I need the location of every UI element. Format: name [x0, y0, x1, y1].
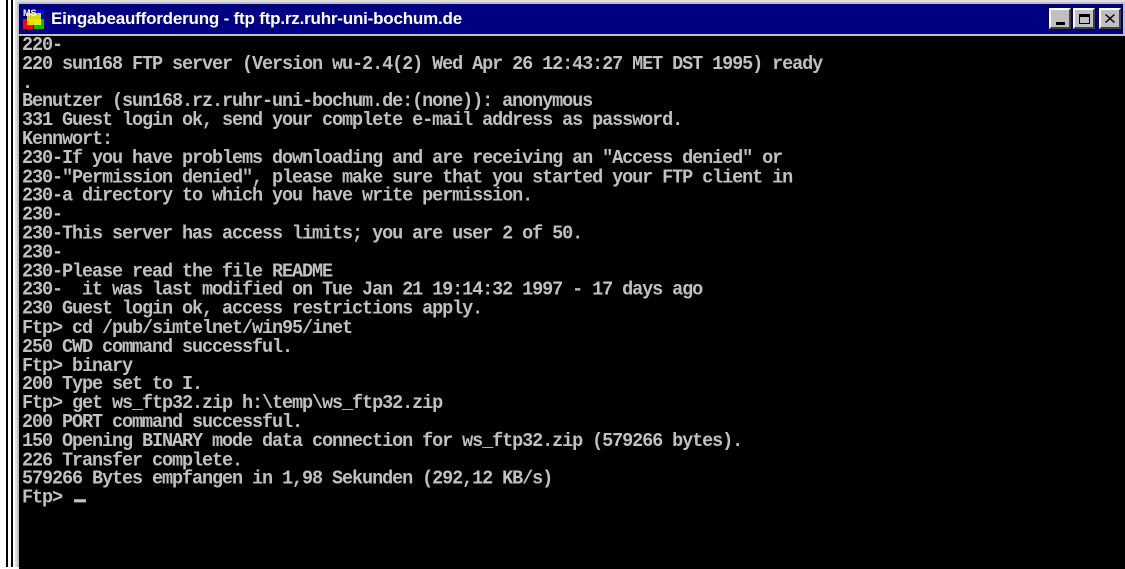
console-line: 230-a directory to which you have write …	[22, 184, 533, 208]
edge-line	[6, 0, 8, 567]
console-line: 220 sun168 FTP server (Version wu-2.4(2)…	[22, 52, 823, 76]
close-icon	[1105, 14, 1115, 23]
console-line: 250 CWD command successful.	[22, 335, 293, 358]
console-prompt: Ftp>	[22, 486, 73, 509]
maximize-button[interactable]	[1073, 8, 1095, 29]
console-line: 230-If you have problems downloading and…	[22, 147, 783, 170]
background-edge	[0, 0, 16, 567]
close-button[interactable]	[1099, 8, 1121, 29]
minimize-icon	[1055, 22, 1065, 25]
ms-dos-icon[interactable]: MS	[23, 8, 45, 30]
console-line: 150 Opening BINARY mode data connection …	[22, 430, 743, 453]
console-text: 220- 220 sun168 FTP server (Version wu-2.…	[19, 36, 1125, 508]
icon-label: MS	[23, 8, 37, 18]
console-output[interactable]: 220- 220 sun168 FTP server (Version wu-2.…	[19, 36, 1125, 569]
console-line: 331 Guest login ok, send your complete e…	[22, 109, 683, 132]
maximize-icon	[1078, 13, 1090, 24]
window-controls	[1049, 8, 1121, 29]
title-bar[interactable]: MS Eingabeaufforderung - ftp ftp.rz.ruhr…	[19, 4, 1123, 34]
console-line: 230-This server has access limits; you a…	[22, 222, 583, 245]
console-line: 579266 Bytes empfangen in 1,98 Sekunden …	[22, 467, 553, 491]
console-prompt-line[interactable]: Ftp>	[22, 486, 1125, 509]
console-window: MS Eingabeaufforderung - ftp ftp.rz.ruhr…	[15, 0, 1125, 569]
window-title: Eingabeaufforderung - ftp ftp.rz.ruhr-un…	[51, 9, 462, 28]
console-line: 230-	[22, 241, 63, 264]
edge-line	[11, 0, 13, 567]
text-cursor	[74, 499, 87, 503]
minimize-button[interactable]	[1049, 8, 1071, 29]
